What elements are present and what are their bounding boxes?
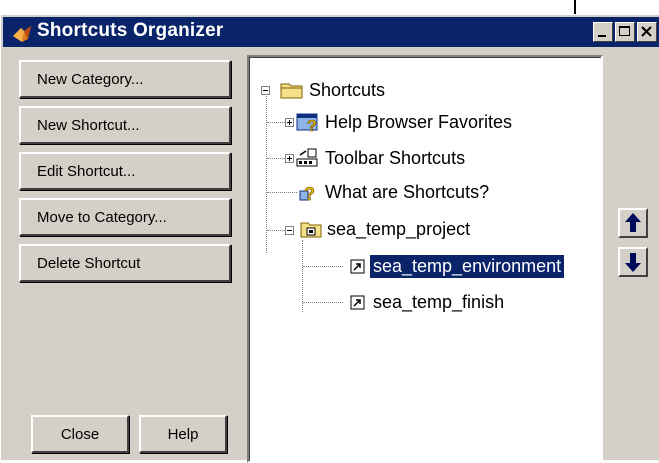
move-up-button[interactable]	[618, 208, 648, 238]
matlab-icon	[13, 26, 31, 42]
delete-shortcut-button[interactable]: Delete Shortcut	[19, 244, 231, 282]
folder-icon	[280, 83, 303, 99]
tree-content: Shortcuts ? Help Browser Favorites Toolb…	[249, 57, 601, 461]
new-category-button[interactable]: New Category...	[19, 60, 231, 98]
expand-help-browser-favorites-toggle[interactable]	[285, 118, 294, 127]
close-button[interactable]: Close	[31, 415, 129, 453]
tree-line	[266, 90, 267, 253]
tree-line	[267, 230, 287, 231]
shortcut-tree[interactable]: Shortcuts ? Help Browser Favorites Toolb…	[247, 55, 603, 463]
shortcut-icon	[350, 259, 365, 274]
help-favorites-icon: ?	[296, 113, 318, 133]
window-title: Shortcuts Organizer	[37, 20, 224, 41]
edit-shortcut-button[interactable]: Edit Shortcut...	[19, 152, 231, 190]
maximize-icon	[619, 26, 630, 36]
collapse-shortcuts-toggle[interactable]	[261, 86, 270, 95]
tree-line	[267, 122, 287, 123]
minimize-button[interactable]	[593, 22, 613, 42]
move-to-category-button[interactable]: Move to Category...	[19, 198, 231, 236]
tree-line	[267, 158, 287, 159]
tree-node-label: Help Browser Favorites	[325, 111, 513, 132]
close-icon	[641, 26, 652, 37]
shortcuts-organizer-window: Shortcuts Organizer New Category... New …	[0, 14, 659, 463]
tree-node-sea-temp-finish[interactable]: sea_temp_finish	[348, 289, 507, 315]
delete-shortcut-label: Delete Shortcut	[37, 254, 141, 272]
tree-node-label: Shortcuts	[309, 79, 386, 100]
title-bar: Shortcuts Organizer	[3, 17, 659, 47]
collapse-sea-temp-project-toggle[interactable]	[285, 226, 294, 235]
tree-node-label-selected: sea_temp_environment	[368, 253, 566, 279]
maximize-button[interactable]	[615, 22, 635, 42]
tree-node-label: sea_temp_finish	[373, 291, 505, 312]
tree-node-sea-temp-project[interactable]: sea_temp_project	[300, 216, 473, 242]
tree-node-shortcuts[interactable]: Shortcuts	[280, 77, 388, 103]
arrow-up-icon	[625, 213, 641, 232]
svg-text:?: ?	[304, 184, 315, 203]
tree-node-label: Toolbar Shortcuts	[325, 147, 466, 168]
new-shortcut-button[interactable]: New Shortcut...	[19, 106, 231, 144]
help-button[interactable]: Help	[139, 415, 227, 453]
toolbar-shortcuts-icon	[296, 148, 318, 167]
close-window-button[interactable]	[637, 22, 657, 42]
tree-line	[303, 302, 343, 303]
tree-node-label: What are Shortcuts?	[325, 181, 490, 202]
tree-node-label: sea_temp_project	[327, 218, 471, 239]
shortcut-icon	[350, 295, 365, 310]
tree-line	[303, 266, 343, 267]
svg-text:?: ?	[307, 118, 317, 133]
expand-toolbar-shortcuts-toggle[interactable]	[285, 154, 294, 163]
tree-node-toolbar-shortcuts[interactable]: Toolbar Shortcuts	[294, 145, 468, 171]
tree-node-sea-temp-environment[interactable]: sea_temp_environment	[348, 253, 566, 279]
tree-line	[267, 192, 297, 193]
category-folder-icon	[300, 222, 322, 238]
move-down-button[interactable]	[618, 247, 648, 277]
tree-node-what-are-shortcuts[interactable]: ? What are Shortcuts?	[294, 179, 492, 205]
arrow-down-icon	[625, 253, 641, 272]
minimize-icon	[598, 35, 606, 37]
tree-node-help-browser-favorites[interactable]: ? Help Browser Favorites	[294, 109, 515, 135]
help-question-icon: ?	[299, 184, 315, 203]
